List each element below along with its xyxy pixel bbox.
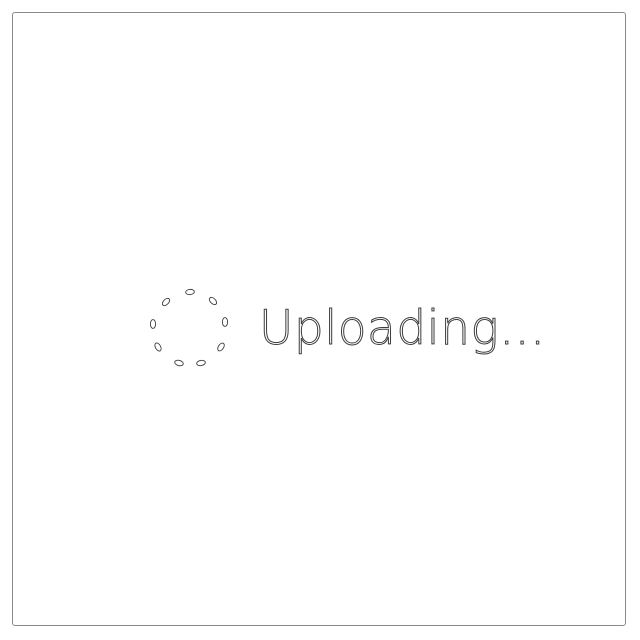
upload-status-text: Uploading... bbox=[259, 301, 546, 357]
loading-spinner-icon bbox=[149, 288, 229, 367]
upload-dialog: Uploading... bbox=[12, 12, 626, 626]
